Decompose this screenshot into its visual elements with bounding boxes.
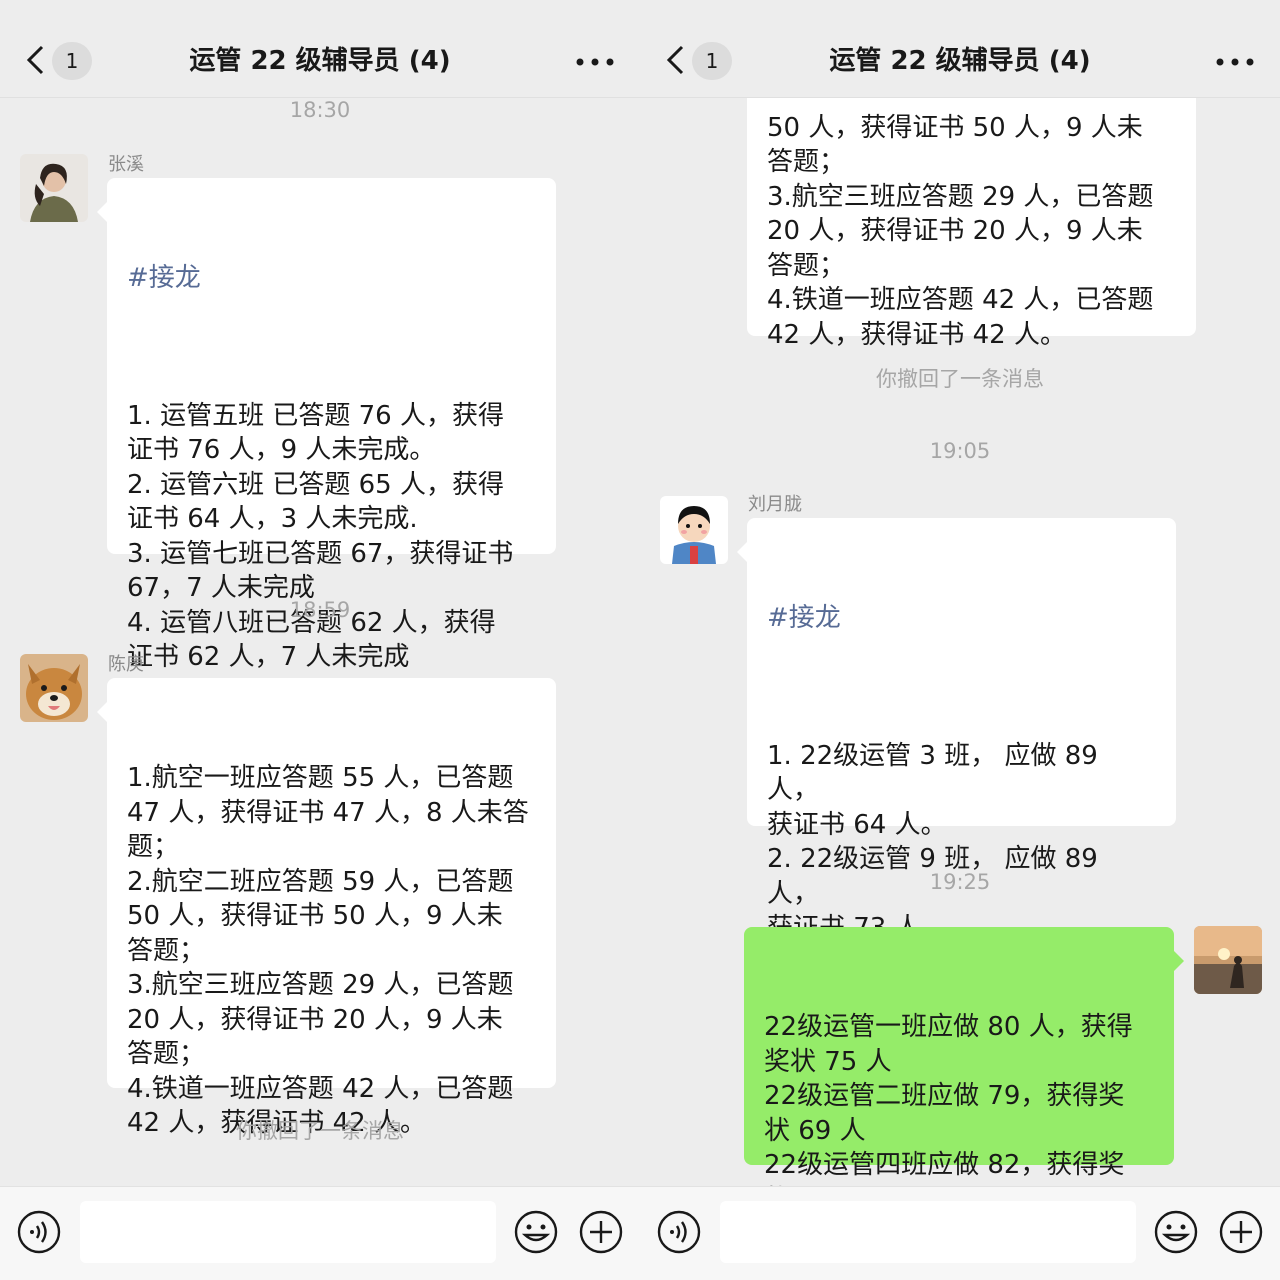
chat-pane-left: 1 运管 22 级辅导员 (4) 18:30 张溪 #接龙 1. 运管五班 已答… xyxy=(0,0,640,1280)
timestamp: 18:59 xyxy=(289,598,351,622)
voice-icon[interactable] xyxy=(16,1209,62,1255)
voice-icon[interactable] xyxy=(656,1209,702,1255)
input-bar xyxy=(640,1186,1280,1280)
avatar[interactable] xyxy=(1194,926,1262,994)
hashtag-link[interactable]: #接龙 xyxy=(767,601,1156,636)
sender-name: 刘月胧 xyxy=(748,494,802,515)
emoji-icon[interactable] xyxy=(513,1209,559,1255)
message-bubble[interactable]: 1.航空一班应答题 55 人，已答题 47 人，获得证书 47 人，8 人未答 … xyxy=(97,678,556,1138)
timestamp: 19:25 xyxy=(929,870,991,894)
chat-title: 运管 22 级辅导员 (4) xyxy=(829,46,1091,76)
emoji-icon[interactable] xyxy=(1153,1209,1199,1255)
message-text: 50 人，获得证书 50 人，9 人未 答题； 3.航空三班应答题 29 人，已… xyxy=(767,112,1154,350)
recall-notice: 你撤回了一条消息 xyxy=(876,367,1044,391)
plus-icon[interactable] xyxy=(1218,1209,1264,1255)
bubble-tail xyxy=(97,202,107,222)
message-text: 1.航空一班应答题 55 人，已答题 47 人，获得证书 47 人，8 人未答 … xyxy=(127,763,529,1138)
input-bar xyxy=(0,1186,640,1280)
avatar[interactable] xyxy=(660,496,728,564)
message-bubble[interactable]: #接龙 1. 运管五班 已答题 76 人，获得 证书 76 人，9 人未完成。 … xyxy=(97,178,556,672)
chat-pane-right: 50 人，获得证书 50 人，9 人未 答题； 3.航空三班应答题 29 人，已… xyxy=(640,0,1280,1280)
avatar[interactable] xyxy=(20,154,88,222)
message-input[interactable] xyxy=(720,1201,1136,1263)
more-dots-icon[interactable] xyxy=(1214,54,1256,68)
plus-icon[interactable] xyxy=(578,1209,624,1255)
message-bubble[interactable]: 50 人，获得证书 50 人，9 人未 答题； 3.航空三班应答题 29 人，已… xyxy=(747,62,1196,350)
bubble-tail xyxy=(737,542,747,562)
chat-title: 运管 22 级辅导员 (4) xyxy=(189,46,451,76)
own-message-bubble[interactable]: 22级运管一班应做 80 人，获得 奖状 75 人 22级运管二班应做 79，获… xyxy=(744,927,1184,1215)
unread-count-badge[interactable]: 1 xyxy=(692,42,732,80)
more-dots-icon[interactable] xyxy=(574,54,616,68)
chevron-left-icon[interactable] xyxy=(24,44,48,76)
timestamp: 18:30 xyxy=(289,98,351,122)
chevron-left-icon[interactable] xyxy=(664,44,688,76)
recall-notice: 你撤回了一条消息 xyxy=(236,1119,404,1143)
bubble-tail xyxy=(1174,951,1184,971)
chat-header: 1 运管 22 级辅导员 (4) xyxy=(0,0,640,98)
bubble-tail xyxy=(97,702,107,722)
message-input[interactable] xyxy=(80,1201,496,1263)
unread-count-badge[interactable]: 1 xyxy=(52,42,92,80)
avatar[interactable] xyxy=(20,654,88,722)
sender-name: 陈庚 xyxy=(108,654,144,675)
timestamp: 19:05 xyxy=(929,439,991,463)
message-bubble[interactable]: #接龙 1. 22级运管 3 班， 应做 89 人， 获证书 64 人。 2. … xyxy=(737,518,1176,1012)
message-text: 1. 运管五班 已答题 76 人，获得 证书 76 人，9 人未完成。 2. 运… xyxy=(127,400,514,673)
sender-name: 张溪 xyxy=(108,154,144,175)
chat-header: 1 运管 22 级辅导员 (4) xyxy=(640,0,1280,98)
hashtag-link[interactable]: #接龙 xyxy=(127,261,536,296)
